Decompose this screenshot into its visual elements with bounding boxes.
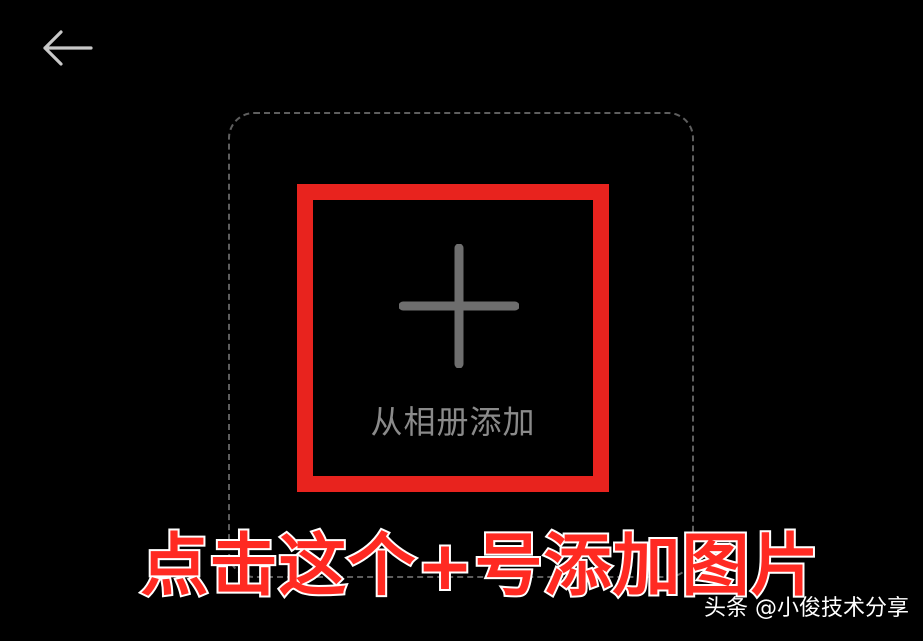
- add-from-album-label: 从相册添加: [370, 403, 536, 441]
- add-from-album-button[interactable]: 从相册添加: [313, 200, 593, 476]
- watermark: 头条 @小俊技术分享: [704, 596, 909, 621]
- arrow-left-icon: [43, 30, 93, 66]
- back-button[interactable]: [38, 26, 96, 70]
- plus-icon: [399, 244, 519, 368]
